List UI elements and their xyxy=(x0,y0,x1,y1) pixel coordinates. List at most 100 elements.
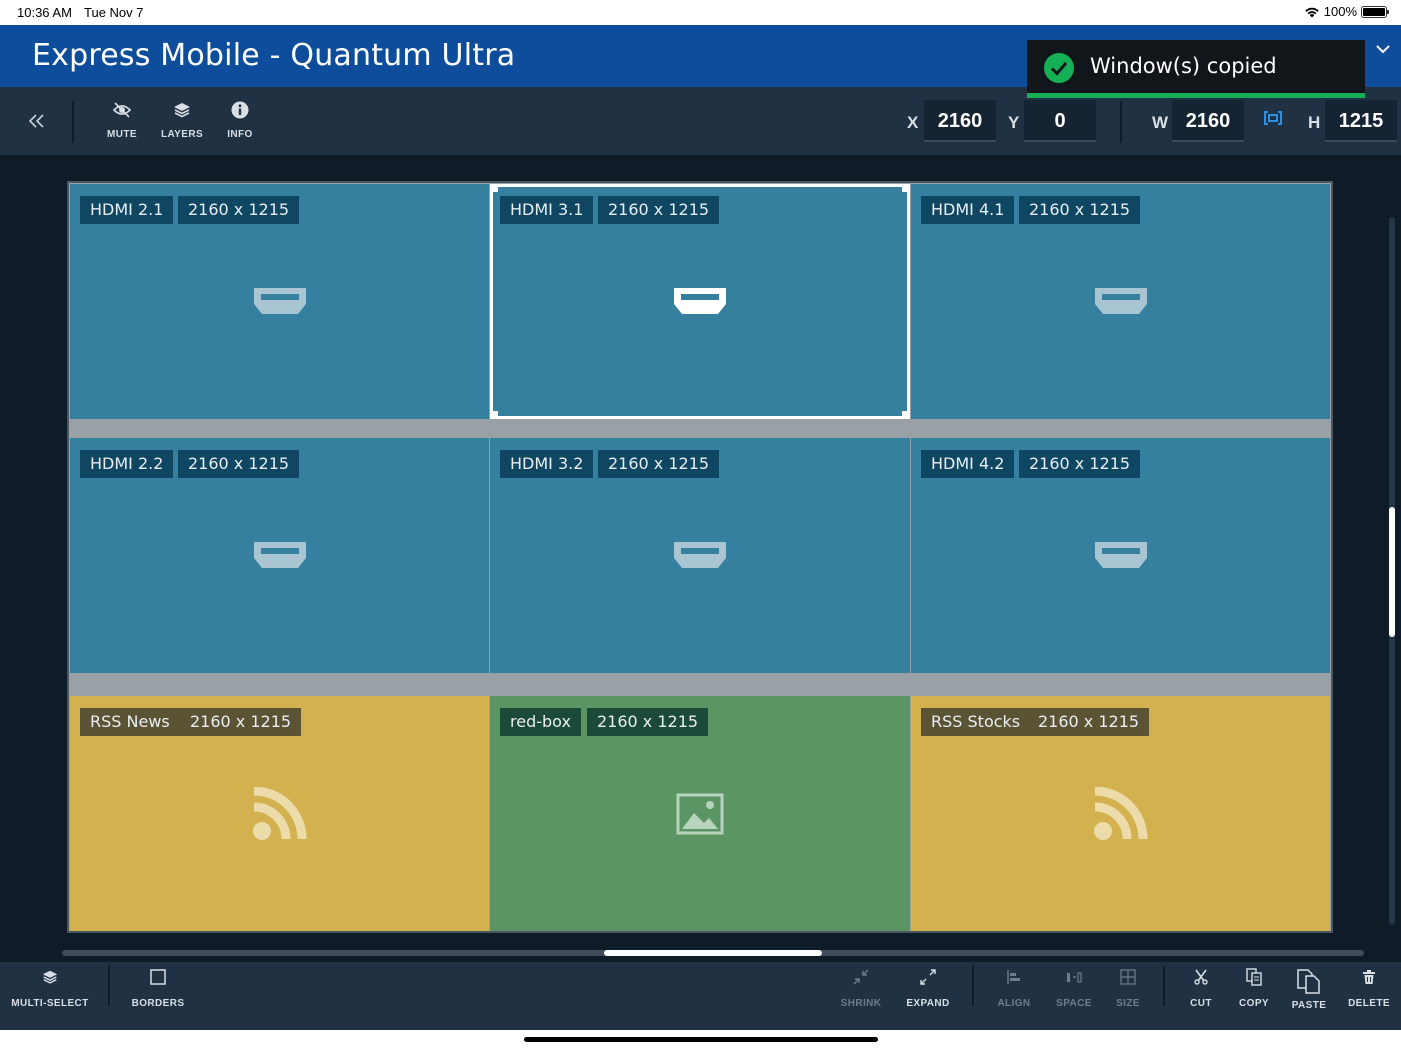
align-button[interactable]: ALIGN xyxy=(992,968,1036,1009)
square-icon xyxy=(150,969,166,985)
w-label: W xyxy=(1152,113,1169,132)
eye-slash-icon xyxy=(112,102,132,118)
space-label: SPACE xyxy=(1056,998,1092,1009)
vertical-scroll-thumb[interactable] xyxy=(1389,507,1395,637)
toolbar-divider xyxy=(1120,101,1122,143)
battery-icon xyxy=(1361,5,1389,18)
rss-icon xyxy=(252,786,306,840)
window-hdmi-3-1[interactable]: HDMI 3.1 2160 x 1215 xyxy=(490,184,910,419)
aspect-lock-icon[interactable] xyxy=(1263,109,1283,127)
hdmi-icon xyxy=(253,541,306,568)
window-size-tag: 2160 x 1215 xyxy=(1019,450,1141,478)
toast-progress-bar xyxy=(1027,93,1365,98)
window-hdmi-4-2[interactable]: HDMI 4.2 2160 x 1215 xyxy=(911,438,1330,673)
window-size-tag: 2160 x 1215 xyxy=(1019,196,1141,224)
hdmi-icon xyxy=(1094,287,1147,314)
window-name-tag: HDMI 3.1 xyxy=(500,196,594,224)
size-label: SIZE xyxy=(1116,998,1140,1009)
info-label: INFO xyxy=(227,129,253,140)
home-indicator[interactable] xyxy=(524,1037,878,1042)
resize-handle[interactable] xyxy=(902,411,910,419)
hdmi-icon xyxy=(253,287,306,314)
window-name-tag: HDMI 4.1 xyxy=(921,196,1015,224)
window-red-box[interactable]: red-box 2160 x 1215 xyxy=(490,696,910,931)
w-input[interactable]: 2160 xyxy=(1172,100,1244,142)
multi-select-button[interactable]: MULTI-SELECT xyxy=(10,968,90,1009)
space-button[interactable]: SPACE xyxy=(1052,968,1096,1009)
toolbar-divider xyxy=(972,966,974,1006)
hdmi-icon xyxy=(674,287,726,314)
collapse-double-chevron-icon[interactable] xyxy=(24,109,50,133)
window-name-tag: HDMI 4.2 xyxy=(921,450,1015,478)
h-input[interactable]: 1215 xyxy=(1325,100,1397,142)
delete-label: DELETE xyxy=(1348,998,1390,1009)
window-name-tag: HDMI 2.1 xyxy=(80,196,174,224)
resize-handle[interactable] xyxy=(902,184,910,192)
bottom-toolbar: MULTI-SELECT BORDERS SHRINK EXPAND ALIGN xyxy=(0,962,1401,1030)
window-rss-stocks[interactable]: RSS Stocks 2160 x 1215 xyxy=(911,696,1330,931)
x-input[interactable]: 2160 xyxy=(924,100,996,142)
align-label: ALIGN xyxy=(997,998,1031,1009)
shrink-label: SHRINK xyxy=(840,998,882,1009)
chevron-down-icon[interactable] xyxy=(1375,43,1391,55)
paste-label: PASTE xyxy=(1291,1000,1327,1011)
copy-button[interactable]: COPY xyxy=(1234,968,1274,1009)
layers-label: LAYERS xyxy=(160,129,204,140)
multi-select-label: MULTI-SELECT xyxy=(11,998,89,1009)
cut-label: CUT xyxy=(1190,998,1212,1009)
shrink-button[interactable]: SHRINK xyxy=(836,968,886,1009)
wifi-icon xyxy=(1304,7,1319,17)
borders-button[interactable]: BORDERS xyxy=(128,968,188,1009)
window-name-tag: RSS News xyxy=(80,708,180,736)
toolbar-divider xyxy=(1163,966,1165,1006)
trash-icon xyxy=(1363,970,1375,984)
window-name-tag: red-box xyxy=(500,708,581,736)
mute-button[interactable]: MUTE xyxy=(93,101,151,140)
window-rss-news[interactable]: RSS News 2160 x 1215 xyxy=(70,696,489,931)
window-size-tag: 2160 x 1215 xyxy=(178,450,300,478)
window-name-tag: RSS Stocks xyxy=(921,708,1031,736)
window-hdmi-4-1[interactable]: HDMI 4.1 2160 x 1215 xyxy=(911,184,1330,419)
copy-icon xyxy=(1246,968,1262,986)
hdmi-icon xyxy=(1094,541,1147,568)
expand-icon xyxy=(920,969,936,985)
delete-button[interactable]: DELETE xyxy=(1347,968,1391,1009)
window-hdmi-2-2[interactable]: HDMI 2.2 2160 x 1215 xyxy=(70,438,489,673)
horizontal-scroll-thumb[interactable] xyxy=(604,950,822,956)
layers-icon xyxy=(174,103,190,118)
resize-handle[interactable] xyxy=(490,411,498,419)
battery-percent: 100% xyxy=(1323,4,1357,19)
toast-notification: Window(s) copied xyxy=(1027,40,1365,98)
window-hdmi-2-1[interactable]: HDMI 2.1 2160 x 1215 xyxy=(70,184,489,419)
window-hdmi-3-2[interactable]: HDMI 3.2 2160 x 1215 xyxy=(490,438,910,673)
paste-icon xyxy=(1297,969,1320,994)
paste-button[interactable]: PASTE xyxy=(1289,968,1329,1011)
expand-label: EXPAND xyxy=(906,998,950,1009)
status-time: 10:36 AM xyxy=(17,5,72,20)
borders-label: BORDERS xyxy=(131,998,185,1009)
window-name-tag: HDMI 3.2 xyxy=(500,450,594,478)
info-button[interactable]: INFO xyxy=(211,101,269,140)
x-label: X xyxy=(907,113,919,132)
toolbar-divider xyxy=(108,966,110,1006)
video-wall-canvas: HDMI 2.1 2160 x 1215 HDMI 3.1 2160 x 121… xyxy=(0,155,1401,962)
cut-button[interactable]: CUT xyxy=(1183,968,1219,1009)
check-circle-icon xyxy=(1044,53,1074,83)
video-wall: HDMI 2.1 2160 x 1215 HDMI 3.1 2160 x 121… xyxy=(67,181,1333,933)
y-label: Y xyxy=(1008,113,1020,132)
toolbar-divider xyxy=(72,101,74,143)
status-bar: 10:36 AM Tue Nov 7 100% xyxy=(0,0,1401,25)
size-grid-icon xyxy=(1120,969,1136,985)
resize-handle[interactable] xyxy=(490,184,498,192)
copy-label: COPY xyxy=(1239,998,1269,1009)
size-button[interactable]: SIZE xyxy=(1106,968,1150,1009)
layers-button[interactable]: LAYERS xyxy=(153,101,211,140)
align-left-icon xyxy=(1007,970,1020,984)
y-input[interactable]: 0 xyxy=(1024,100,1096,142)
window-size-tag: 2160 x 1215 xyxy=(1028,708,1150,736)
rss-icon xyxy=(1093,786,1147,840)
mute-label: MUTE xyxy=(107,129,137,140)
app-title: Express Mobile - Quantum Ultra xyxy=(32,38,516,73)
info-icon xyxy=(231,101,249,119)
expand-button[interactable]: EXPAND xyxy=(903,968,953,1009)
